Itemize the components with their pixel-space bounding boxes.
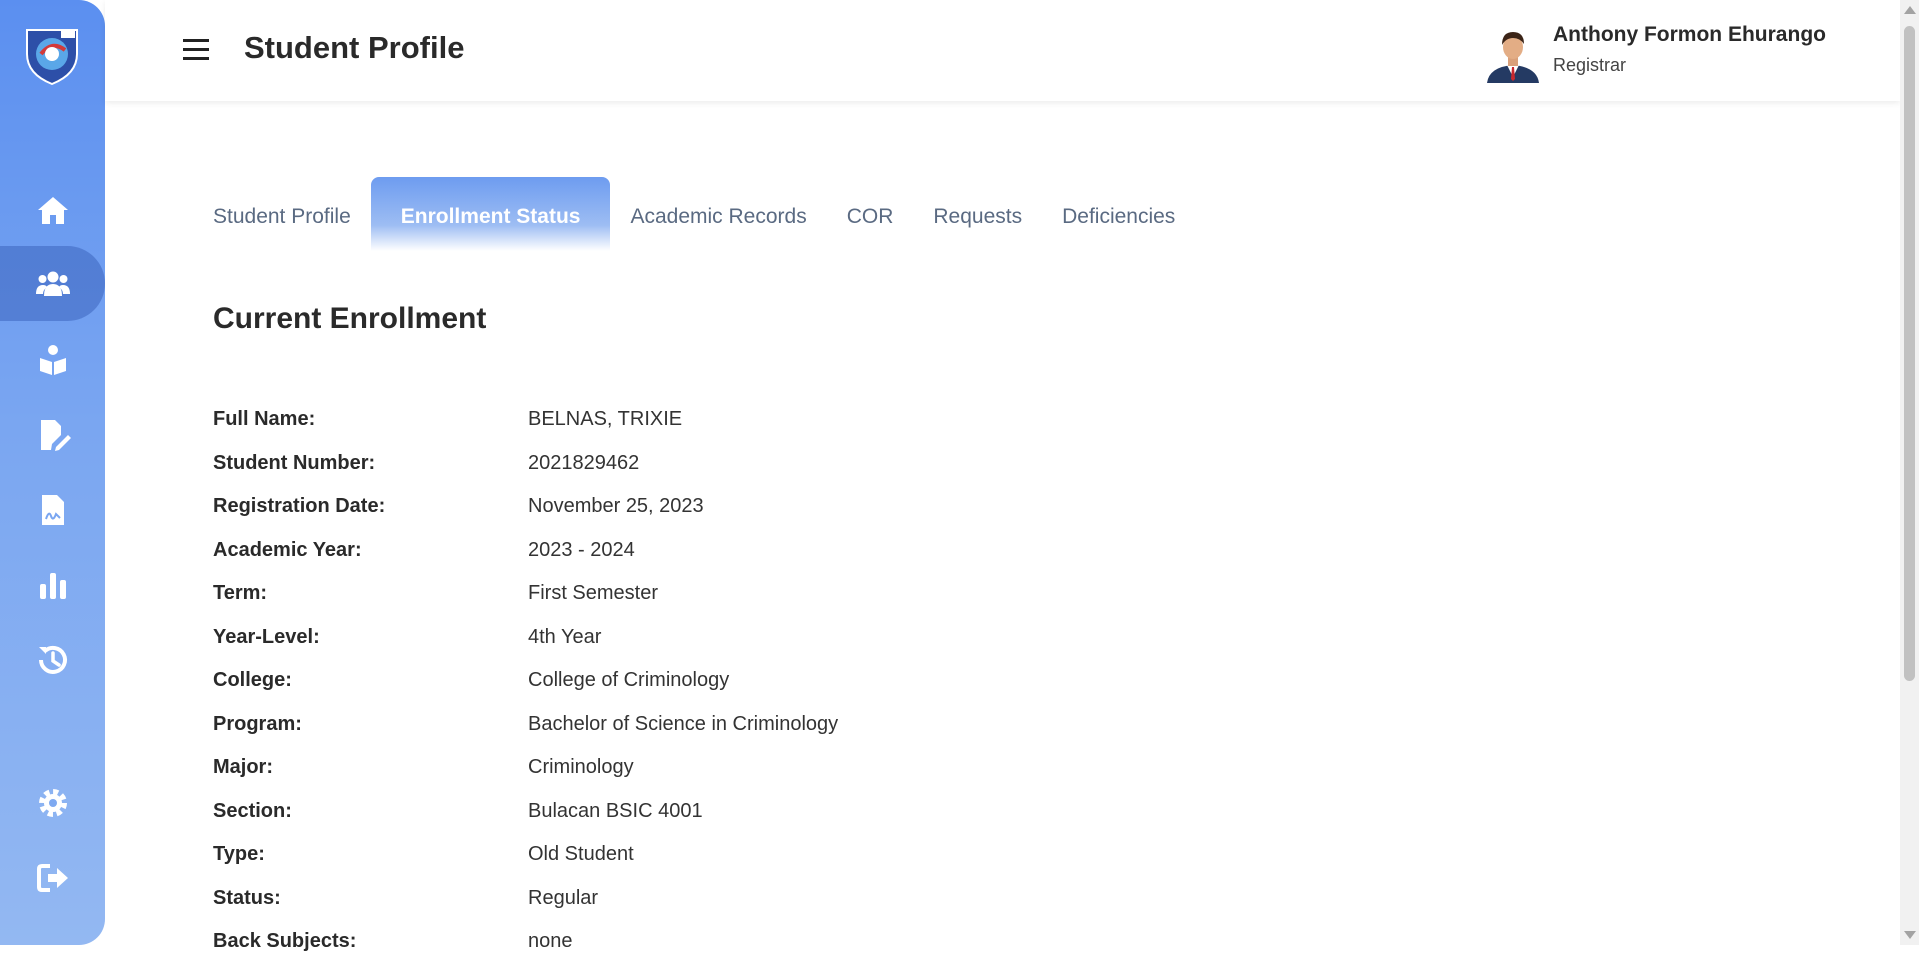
- sidebar-item-documents[interactable]: [0, 472, 105, 547]
- field-label: Status:: [213, 886, 281, 909]
- sidebar-item-reports[interactable]: [0, 547, 105, 622]
- detail-row: Major: Criminology: [213, 746, 1113, 790]
- scrollbar-thumb[interactable]: [1904, 26, 1915, 681]
- field-label: Term:: [213, 582, 268, 605]
- field-value: First Semester: [528, 582, 659, 605]
- sidebar-item-settings[interactable]: [0, 765, 105, 840]
- detail-row: Academic Year: 2023 - 2024: [213, 529, 1113, 573]
- field-value: 4th Year: [528, 625, 602, 648]
- field-label: Section:: [213, 799, 292, 822]
- field-label: Year-Level:: [213, 625, 320, 648]
- gear-icon: [38, 788, 67, 817]
- enrollment-details: Full Name: BELNAS, TRIXIE Student Number:…: [213, 398, 1113, 964]
- sidebar-item-home[interactable]: [0, 172, 105, 247]
- sidebar-item-history[interactable]: [0, 622, 105, 697]
- detail-row: Status: Regular: [213, 877, 1113, 921]
- field-value: Criminology: [528, 756, 634, 779]
- field-label: Academic Year:: [213, 538, 362, 561]
- field-label: Major:: [213, 756, 273, 779]
- field-value: BELNAS, TRIXIE: [528, 408, 683, 431]
- detail-row: Program: Bachelor of Science in Criminolo…: [213, 703, 1113, 747]
- home-icon: [37, 196, 68, 224]
- tab-academic-records[interactable]: Academic Records: [610, 177, 826, 251]
- field-value: November 25, 2023: [528, 495, 704, 518]
- field-label: Back Subjects:: [213, 930, 357, 953]
- sign-out-icon: [36, 863, 68, 892]
- hamburger-menu-icon[interactable]: [183, 37, 209, 61]
- field-value: 2021829462: [528, 451, 640, 474]
- field-label: College:: [213, 669, 292, 692]
- history-icon: [38, 645, 67, 674]
- tab-deficiencies[interactable]: Deficiencies: [1042, 177, 1195, 251]
- vertical-scrollbar[interactable]: [1900, 0, 1919, 945]
- student-reading-icon: [39, 344, 66, 375]
- file-signature-icon: [41, 494, 64, 525]
- tab-cor[interactable]: COR: [827, 177, 914, 251]
- detail-row: Registration Date: November 25, 2023: [213, 485, 1113, 529]
- detail-row: Year-Level: 4th Year: [213, 616, 1113, 660]
- sidebar-item-students[interactable]: [0, 246, 105, 321]
- field-label: Student Number:: [213, 451, 376, 474]
- field-label: Type:: [213, 843, 265, 866]
- field-value: College of Criminology: [528, 669, 730, 692]
- file-edit-icon: [40, 419, 71, 451]
- tab-student-profile[interactable]: Student Profile: [193, 177, 371, 251]
- avatar[interactable]: [1483, 23, 1543, 83]
- field-value: Bachelor of Science in Criminology: [528, 712, 839, 735]
- sidebar: [0, 0, 105, 945]
- bar-chart-icon: [39, 572, 66, 599]
- field-label: Registration Date:: [213, 495, 386, 518]
- sidebar-item-logout[interactable]: [0, 840, 105, 915]
- field-label: Program:: [213, 712, 302, 735]
- detail-row: Type: Old Student: [213, 833, 1113, 877]
- field-value: Regular: [528, 886, 599, 909]
- detail-row: Student Number: 2021829462: [213, 442, 1113, 486]
- field-value: Bulacan BSIC 4001: [528, 799, 703, 822]
- user-name: Anthony Formon Ehurango: [1553, 23, 1826, 46]
- tab-enrollment-status[interactable]: Enrollment Status: [370, 177, 611, 251]
- users-icon: [35, 271, 70, 296]
- tab-requests[interactable]: Requests: [913, 177, 1042, 251]
- user-role: Registrar: [1553, 55, 1627, 75]
- sidebar-item-forms[interactable]: [0, 397, 105, 472]
- page-title: Student Profile: [244, 30, 465, 65]
- detail-row: Full Name: BELNAS, TRIXIE: [213, 398, 1113, 442]
- detail-row: Term: First Semester: [213, 572, 1113, 616]
- scroll-up-arrow-icon[interactable]: [1904, 6, 1916, 14]
- field-label: Full Name:: [213, 408, 316, 431]
- top-header: Student Profile Anthony Formon Ehurango …: [105, 0, 1900, 101]
- section-title: Current Enrollment: [213, 302, 487, 335]
- sidebar-item-student-records[interactable]: [0, 322, 105, 397]
- detail-row: Back Subjects: none: [213, 920, 1113, 964]
- detail-row: College: College of Criminology: [213, 659, 1113, 703]
- school-logo: [26, 29, 78, 86]
- field-value: 2023 - 2024: [528, 538, 635, 561]
- field-value: none: [528, 930, 573, 953]
- detail-row: Section: Bulacan BSIC 4001: [213, 790, 1113, 834]
- field-value: Old Student: [528, 843, 634, 866]
- scroll-down-arrow-icon[interactable]: [1904, 931, 1916, 939]
- profile-tabs: Student Profile Enrollment Status Academ…: [193, 177, 1195, 251]
